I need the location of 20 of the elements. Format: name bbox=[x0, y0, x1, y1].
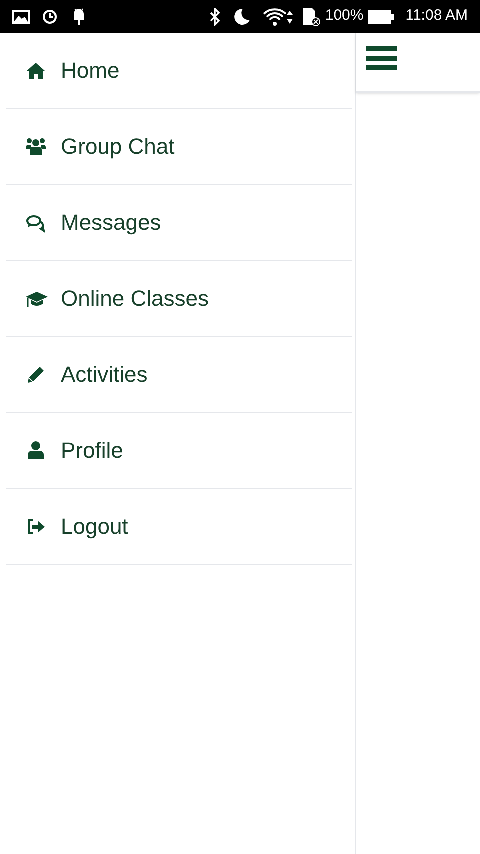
bluetooth-icon bbox=[209, 8, 222, 26]
group-icon bbox=[26, 136, 48, 156]
clock-time: 11:08 AM bbox=[406, 6, 468, 26]
menu-item[interactable]: Logout bbox=[6, 489, 352, 565]
menu-icon[interactable] bbox=[366, 46, 397, 70]
battery-percent: 100% bbox=[325, 6, 364, 26]
battery-icon bbox=[368, 10, 394, 24]
moon-icon bbox=[233, 8, 252, 26]
menu-item[interactable]: Activities bbox=[6, 337, 352, 413]
menu-item[interactable]: Online Classes bbox=[6, 261, 352, 337]
sd-card-icon bbox=[301, 6, 322, 26]
menu-item[interactable]: Profile bbox=[6, 413, 352, 489]
image-icon bbox=[12, 10, 30, 24]
android-icon bbox=[72, 8, 86, 26]
menu-item[interactable]: Home bbox=[6, 33, 352, 109]
menu-item[interactable]: Group Chat bbox=[6, 109, 352, 185]
menu-item[interactable]: Messages bbox=[6, 185, 352, 261]
wifi-icon bbox=[263, 8, 294, 26]
clock-icon bbox=[42, 8, 60, 24]
chat-bubbles-icon bbox=[26, 212, 48, 232]
